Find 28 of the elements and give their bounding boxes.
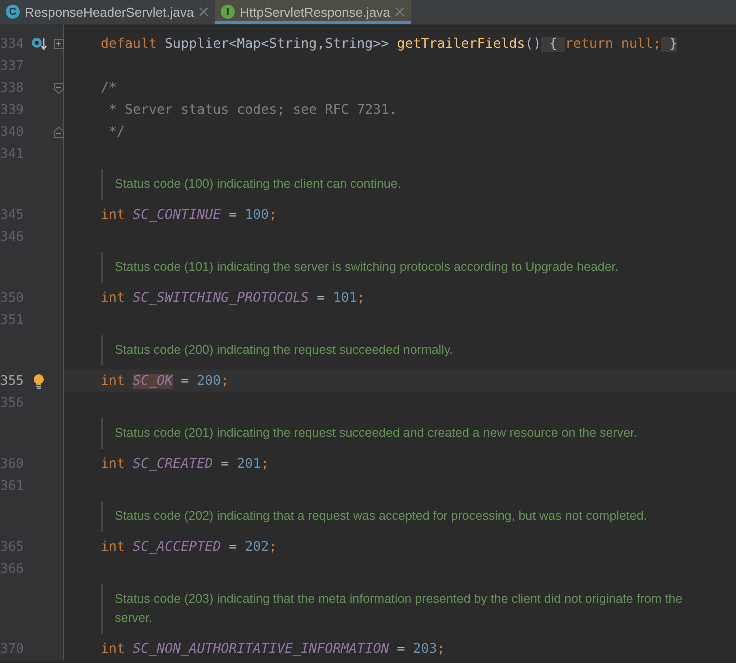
- close-icon[interactable]: [395, 7, 406, 17]
- code-line: int SC_OK = 200;: [101, 374, 230, 388]
- interface-icon: I: [221, 5, 236, 19]
- collapse-fold-icon[interactable]: [54, 126, 64, 138]
- doc-comment: Status code (202) indicating that a request was accepted for processing, but was not completed.: [101, 501, 696, 532]
- code-line: */: [108, 124, 126, 140]
- implementation-icon[interactable]: [31, 37, 47, 51]
- code-line: /*: [101, 80, 118, 96]
- collapse-fold-icon[interactable]: [54, 82, 64, 94]
- doc-comment: Status code (200) indicating the request succeeded normally.: [101, 335, 696, 366]
- code-line: int SC_CREATED = 201;: [101, 456, 270, 472]
- code-line: int SC_CONTINUE = 100;: [101, 208, 278, 222]
- class-icon: C: [6, 5, 20, 19]
- file-tab[interactable]: I HttpServletResponse.java: [215, 0, 412, 24]
- code-line: int SC_ACCEPTED = 202;: [101, 540, 278, 554]
- doc-comment: Status code (201) indicating the request succeeded and created a new resource on the server.: [101, 418, 696, 449]
- close-icon[interactable]: [199, 7, 210, 17]
- code-line: default Supplier<Map<String,String>> getTrailerFields() { return null; }: [101, 36, 678, 52]
- code-line: int SC_SWITCHING_PROTOCOLS = 101;: [101, 290, 366, 306]
- lightbulb-icon[interactable]: [33, 374, 45, 388]
- code-line: * Server status codes; see RFC 7231.: [108, 102, 398, 118]
- doc-comment: Status code (203) indicating that the meta information presented by the client did not originate from the server.: [101, 584, 696, 634]
- file-tab[interactable]: C ResponseHeaderServlet.java: [0, 0, 216, 24]
- doc-comment: Status code (100) indicating the client can continue.: [101, 169, 696, 200]
- line-number: 355: [0, 374, 24, 388]
- expand-fold-icon[interactable]: [54, 39, 64, 49]
- doc-comment: Status code (101) indicating the server is switching protocols according to Upgrade header.: [101, 252, 696, 283]
- code-line: int SC_NON_AUTHORITATIVE_INFORMATION = 203;: [101, 642, 446, 656]
